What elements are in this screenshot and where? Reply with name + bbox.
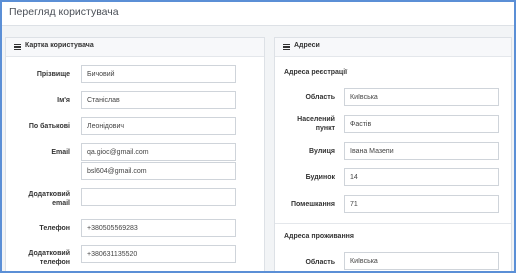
- residence-address-heading: Адреса проживання: [284, 233, 354, 240]
- extra-email-label-line1: Додатковий: [28, 191, 70, 198]
- email-label: Email: [51, 149, 70, 156]
- first-name-label: Ім'я: [57, 97, 70, 104]
- patronymic-label: По батькові: [28, 123, 70, 130]
- extra-email-label-line2: email: [52, 200, 70, 207]
- list-icon: [14, 44, 21, 51]
- reg-region-label: Область: [305, 94, 335, 101]
- reg-house-field[interactable]: 14: [344, 168, 499, 186]
- last-name-field[interactable]: Бичовий: [81, 65, 236, 83]
- extra-phone-label-line2: телефон: [39, 259, 70, 266]
- reg-apartment-field[interactable]: 71: [344, 195, 499, 213]
- user-card-title: Картка користувача: [25, 42, 94, 49]
- section-divider: [275, 223, 511, 224]
- patronymic-field[interactable]: Леонідович: [81, 117, 236, 135]
- email-field[interactable]: qa.gioc@gmail.com: [81, 143, 236, 161]
- reg-street-field[interactable]: Івана Мазепи: [344, 142, 499, 160]
- reg-apartment-label: Помешкання: [290, 201, 335, 208]
- page-header: Перегляд користувача: [2, 2, 514, 26]
- page-title: Перегляд користувача: [9, 6, 119, 18]
- phone-label: Телефон: [39, 225, 70, 232]
- phone-field[interactable]: +380505569283: [81, 219, 236, 237]
- res-region-field[interactable]: Київська: [344, 252, 499, 270]
- reg-locality-label: Населений пункт: [275, 115, 335, 133]
- extra-email-field[interactable]: [81, 188, 236, 206]
- reg-house-label: Будинок: [305, 174, 335, 181]
- reg-locality-label-line1: Населений: [297, 116, 335, 123]
- reg-street-label: Вулиця: [309, 148, 335, 155]
- extra-email-label: Додатковий email: [6, 190, 70, 208]
- last-name-label: Прізвище: [36, 71, 70, 78]
- extra-phone-label: Додатковий телефон: [6, 249, 70, 267]
- extra-phone-field[interactable]: +380631135520: [81, 245, 236, 263]
- list-icon: [283, 44, 290, 51]
- reg-locality-label-line2: пункт: [315, 125, 335, 132]
- addresses-header: Адреси: [275, 38, 511, 57]
- user-card-panel: Картка користувача Прізвище Бичовий Ім'я…: [5, 37, 265, 271]
- first-name-field[interactable]: Станіслав: [81, 91, 236, 109]
- res-region-label: Область: [305, 259, 335, 266]
- addresses-panel: Адреси Адреса реєстрації Область Київськ…: [274, 37, 512, 271]
- user-card-header: Картка користувача: [6, 38, 264, 57]
- addresses-title: Адреси: [294, 42, 320, 49]
- app-frame: Перегляд користувача Картка користувача …: [0, 0, 516, 273]
- reg-locality-field[interactable]: Фастів: [344, 115, 499, 133]
- reg-region-field[interactable]: Київська: [344, 88, 499, 106]
- extra-phone-label-line1: Додатковий: [28, 250, 70, 257]
- email-field-secondary[interactable]: bsl604@gmail.com: [81, 162, 236, 180]
- registration-address-heading: Адреса реєстрації: [284, 69, 348, 76]
